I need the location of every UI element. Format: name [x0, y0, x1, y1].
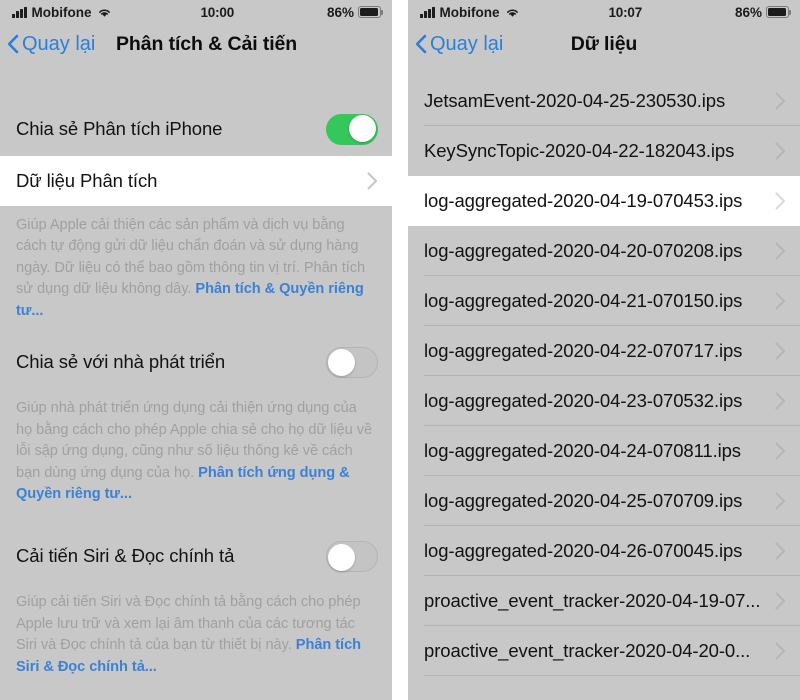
chevron-left-icon: [7, 34, 19, 54]
back-button-label: Quay lại: [430, 32, 504, 55]
right-phone-screen: Mobifone 10:07 86% Quay lại Dữ liệu Jets…: [408, 0, 800, 700]
left-nav-bar: Quay lại Phân tích & Cải tiến: [0, 24, 392, 64]
chevron-right-icon: [775, 92, 786, 110]
dual-phone-screenshot: Mobifone 10:00 86% Quay lại Phân tích & …: [0, 0, 800, 700]
chevron-right-icon: [775, 242, 786, 260]
left-settings-list[interactable]: Chia sẻ Phân tích iPhone Dữ liệu Phân tí…: [0, 64, 392, 700]
share-iphone-analytics-toggle[interactable]: [326, 113, 378, 145]
cellular-bars-icon: [420, 6, 435, 18]
status-bar-right-group: 86%: [734, 4, 792, 20]
file-name-label: log-aggregated-2020-04-19-070453.ips: [424, 190, 743, 211]
developer-help-text: Giúp nhà phát triển ứng dụng cải thiện ứ…: [0, 389, 392, 519]
siri-help-text: Giúp cải tiến Siri và Đọc chính tả bằng …: [0, 583, 392, 692]
file-list-item[interactable]: log-aggregated-2020-04-25-070709.ips: [408, 476, 800, 526]
list-top-spacer: [408, 64, 800, 76]
file-name-label: proactive_event_tracker-2020-04-20-0...: [424, 640, 751, 661]
row-label: Dữ liệu Phân tích: [16, 170, 158, 191]
battery-percent-label: 86%: [326, 4, 354, 20]
file-list-item[interactable]: log-aggregated-2020-04-24-070811.ips: [408, 426, 800, 476]
section-gap: [0, 691, 392, 700]
carrier-label: Mobifone: [31, 4, 92, 20]
row-label: Chia sẻ Phân tích iPhone: [16, 118, 223, 139]
section-gap: [0, 518, 392, 530]
file-name-label: log-aggregated-2020-04-21-070150.ips: [424, 290, 743, 311]
row-improve-siri-dictation[interactable]: Cải tiến Siri & Đọc chính tả: [0, 529, 392, 584]
file-name-label: log-aggregated-2020-04-25-070709.ips: [424, 490, 743, 511]
chevron-right-icon: [775, 142, 786, 160]
right-nav-bar: Quay lại Dữ liệu: [408, 24, 800, 64]
back-button[interactable]: Quay lại: [0, 33, 95, 56]
carrier-label: Mobifone: [439, 4, 500, 20]
file-list-item[interactable]: log-aggregated-2020-04-22-070717.ips: [408, 326, 800, 376]
back-button-label: Quay lại: [22, 32, 96, 55]
analytics-data-file-list[interactable]: JetsamEvent-2020-04-25-230530.ips KeySync…: [408, 64, 800, 700]
left-phone-screen: Mobifone 10:00 86% Quay lại Phân tích & …: [0, 0, 392, 700]
file-name-label: log-aggregated-2020-04-20-070208.ips: [424, 240, 743, 261]
row-label: Cải tiến Siri & Đọc chính tả: [16, 545, 235, 567]
wifi-icon: [506, 9, 518, 17]
battery-percent-label: 86%: [734, 4, 762, 20]
status-bar-left-group: Mobifone: [420, 5, 520, 20]
cellular-bars-icon: [12, 6, 27, 18]
file-name-label: proactive_event_tracker-2020-04-19-07...: [424, 590, 761, 611]
file-list-item[interactable]: log-aggregated-2020-04-21-070150.ips: [408, 276, 800, 326]
chevron-right-icon: [775, 292, 786, 310]
file-name-label: JetsamEvent-2020-04-25-230530.ips: [424, 90, 726, 111]
battery-icon: [358, 6, 384, 18]
file-list-item[interactable]: JetsamEvent-2020-04-25-230530.ips: [408, 76, 800, 126]
chevron-right-icon: [775, 642, 786, 660]
wifi-icon: [98, 9, 110, 17]
clock-label: 10:07: [608, 4, 642, 20]
chevron-right-icon: [775, 442, 786, 460]
chevron-right-icon: [775, 592, 786, 610]
row-share-iphone-analytics[interactable]: Chia sẻ Phân tích iPhone: [0, 102, 392, 156]
chevron-right-icon: [775, 492, 786, 510]
back-button[interactable]: Quay lại: [408, 33, 503, 56]
file-list-item[interactable]: log-aggregated-2020-04-20-070208.ips: [408, 226, 800, 276]
status-bar-left-group: Mobifone: [12, 5, 112, 20]
file-name-label: KeySyncTopic-2020-04-22-182043.ips: [424, 140, 735, 161]
row-analytics-data[interactable]: Dữ liệu Phân tích: [0, 156, 392, 206]
share-with-developers-toggle[interactable]: [326, 346, 378, 378]
left-status-bar: Mobifone 10:00 86%: [0, 0, 392, 24]
row-label: Chia sẻ với nhà phát triển: [16, 351, 226, 373]
chevron-right-icon: [775, 542, 786, 560]
file-list-item[interactable]: KeySyncTopic-2020-04-22-182043.ips: [408, 126, 800, 176]
row-divider: [424, 675, 800, 676]
improve-siri-dictation-toggle[interactable]: [326, 540, 378, 572]
file-name-label: log-aggregated-2020-04-24-070811.ips: [424, 440, 741, 461]
battery-icon: [766, 6, 792, 18]
chevron-left-icon: [415, 34, 427, 54]
file-list-item[interactable]: log-aggregated-2020-04-26-070045.ips: [408, 526, 800, 576]
chevron-right-icon: [775, 192, 786, 210]
file-name-label: log-aggregated-2020-04-26-070045.ips: [424, 540, 743, 561]
clock-label: 10:00: [200, 4, 234, 20]
list-top-spacer: [0, 64, 392, 102]
file-list-item[interactable]: proactive_event_tracker-2020-04-20-0...: [408, 626, 800, 676]
file-list-item[interactable]: log-aggregated-2020-04-23-070532.ips: [408, 376, 800, 426]
file-list-item[interactable]: proactive_event_tracker-2020-04-19-07...: [408, 576, 800, 626]
analytics-help-text: Giúp Apple cải thiện các sản phẩm và dịc…: [0, 206, 392, 336]
chevron-right-icon: [775, 392, 786, 410]
file-name-label: log-aggregated-2020-04-23-070532.ips: [424, 390, 743, 411]
row-share-with-developers[interactable]: Chia sẻ với nhà phát triển: [0, 335, 392, 390]
file-name-label: log-aggregated-2020-04-22-070717.ips: [424, 340, 743, 361]
right-status-bar: Mobifone 10:07 86%: [408, 0, 800, 24]
panel-gutter: [392, 0, 408, 700]
chevron-right-icon: [775, 342, 786, 360]
status-bar-right-group: 86%: [326, 4, 384, 20]
file-list-item[interactable]: log-aggregated-2020-04-19-070453.ips: [408, 176, 800, 226]
chevron-right-icon: [367, 172, 378, 190]
